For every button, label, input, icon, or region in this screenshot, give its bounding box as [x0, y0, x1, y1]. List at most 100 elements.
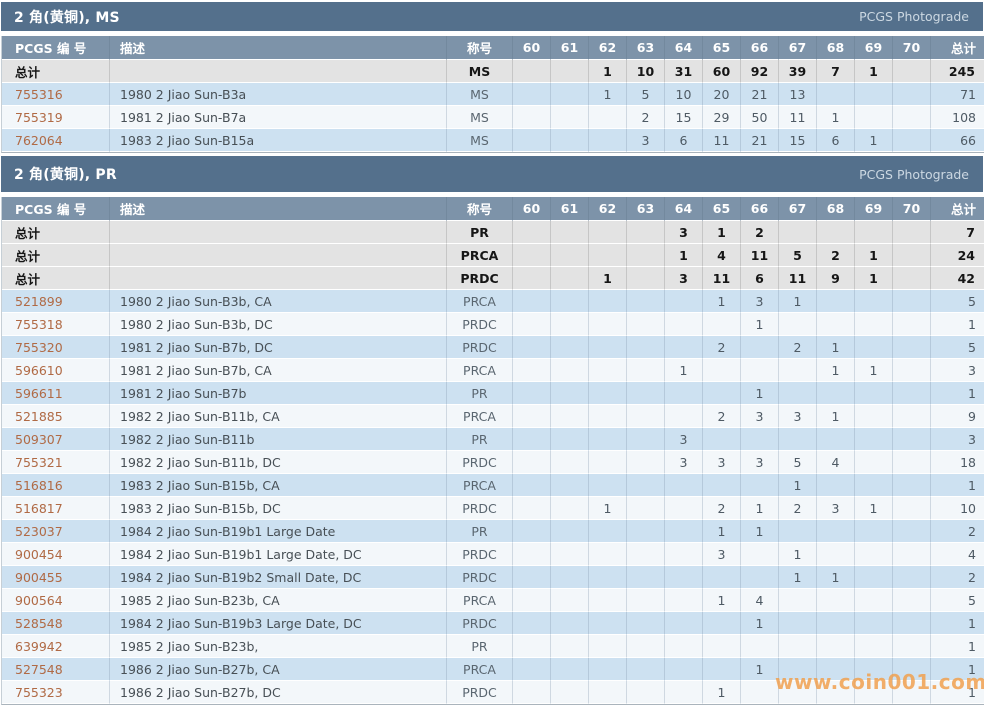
grade-70-cell [893, 405, 931, 428]
grade-60-cell [513, 60, 551, 83]
grade-68-cell [817, 543, 855, 566]
grade-68-cell: 1 [817, 359, 855, 382]
grade-68-cell [817, 290, 855, 313]
coin-description: 1982 2 Jiao Sun-B11b [110, 428, 447, 451]
grade-63-cell: 2 [627, 106, 665, 129]
pcgs-number-link[interactable]: 516816 [15, 478, 63, 493]
pcgs-number-link[interactable]: 755321 [15, 455, 63, 470]
pcgs-number-link[interactable]: 762064 [15, 133, 63, 148]
table-row: 900564 1985 2 Jiao Sun-B23b, CA PRCA 1 4 5 [2, 589, 984, 612]
pcgs-number-link[interactable]: 755318 [15, 317, 63, 332]
pcgs-number-link[interactable]: 509307 [15, 432, 63, 447]
pcgs-number-cell: 900454 [2, 543, 110, 566]
pcgs-number-link[interactable]: 516817 [15, 501, 63, 516]
pcgs-number-link[interactable]: 596611 [15, 386, 63, 401]
total-label-cell: 总计 [2, 221, 110, 244]
grade-70-cell [893, 589, 931, 612]
designation-cell: PR [447, 221, 513, 244]
grade-60-cell [513, 497, 551, 520]
pcgs-number-link[interactable]: 900564 [15, 593, 63, 608]
grade-63-cell [627, 451, 665, 474]
designation-cell: PRDC [447, 267, 513, 290]
grade-65-cell: 2 [703, 497, 741, 520]
pcgs-number-link[interactable]: 639942 [15, 639, 63, 654]
pcgs-number-cell: 755318 [2, 313, 110, 336]
grade-61-cell [551, 589, 589, 612]
pcgs-number-link[interactable]: 521885 [15, 409, 63, 424]
col-header-grade-63: 63 [627, 197, 665, 221]
grade-64-cell [665, 474, 703, 497]
designation-cell: PRDC [447, 543, 513, 566]
grade-67-cell: 39 [779, 60, 817, 83]
pcgs-number-cell: 755316 [2, 83, 110, 106]
grade-68-cell [817, 658, 855, 681]
grade-69-cell: 1 [855, 497, 893, 520]
pcgs-number-link[interactable]: 527548 [15, 662, 63, 677]
pcgs-number-link[interactable]: 755323 [15, 685, 63, 700]
total-cell: 9 [931, 405, 984, 428]
designation-cell: MS [447, 83, 513, 106]
grade-62-cell: 1 [589, 60, 627, 83]
grade-67-cell: 11 [779, 106, 817, 129]
total-cell: 18 [931, 451, 984, 474]
pcgs-number-cell: 900455 [2, 566, 110, 589]
coin-description: 1980 2 Jiao Sun-B3a [110, 83, 447, 106]
grade-60-cell [513, 520, 551, 543]
grade-70-cell [893, 451, 931, 474]
grade-67-cell: 1 [779, 290, 817, 313]
pcgs-number-link[interactable]: 900454 [15, 547, 63, 562]
grade-64-cell: 15 [665, 106, 703, 129]
pcgs-number-link[interactable]: 521899 [15, 294, 63, 309]
table-row: 521885 1982 2 Jiao Sun-B11b, CA PRCA 2 3 3 1 9 [2, 405, 984, 428]
pcgs-number-cell: 509307 [2, 428, 110, 451]
pcgs-number-link[interactable]: 755316 [15, 87, 63, 102]
designation-cell: PRCA [447, 405, 513, 428]
grade-63-cell: 5 [627, 83, 665, 106]
table-header-row: PCGS 编 号描述 称号 60 61 62 63 64 65 66 67 68 69 70 总计 [2, 197, 984, 221]
grade-64-cell: 3 [665, 451, 703, 474]
grade-61-cell [551, 313, 589, 336]
grade-65-cell: 3 [703, 543, 741, 566]
coin-description: 1984 2 Jiao Sun-B19b1 Large Date, DC [110, 543, 447, 566]
grade-62-cell [589, 474, 627, 497]
pcgs-number-link[interactable]: 596610 [15, 363, 63, 378]
coin-description: 1982 2 Jiao Sun-B11b, CA [110, 405, 447, 428]
pcgs-number-cell: 755321 [2, 451, 110, 474]
pcgs-number-link[interactable]: 755319 [15, 110, 63, 125]
grade-69-cell [855, 405, 893, 428]
grade-65-cell: 4 [703, 244, 741, 267]
grade-61-cell [551, 129, 589, 152]
grade-60-cell [513, 543, 551, 566]
pcgs-number-link[interactable]: 755320 [15, 340, 63, 355]
grade-64-cell [665, 543, 703, 566]
grade-61-cell [551, 359, 589, 382]
coin-description: 1984 2 Jiao Sun-B19b2 Small Date, DC [110, 566, 447, 589]
grade-70-cell [893, 520, 931, 543]
designation-cell: PRDC [447, 497, 513, 520]
col-header-grade-61: 61 [551, 36, 589, 60]
grade-66-cell: 1 [741, 658, 779, 681]
pcgs-number-cell: 755320 [2, 336, 110, 359]
pcgs-number-link[interactable]: 900455 [15, 570, 63, 585]
total-cell: 2 [931, 566, 984, 589]
table-row: 755318 1980 2 Jiao Sun-B3b, DC PRDC 1 1 [2, 313, 984, 336]
grade-65-cell: 29 [703, 106, 741, 129]
grade-66-cell [741, 359, 779, 382]
grade-67-cell: 2 [779, 336, 817, 359]
grade-65-cell: 1 [703, 589, 741, 612]
pcgs-number-link[interactable]: 523037 [15, 524, 63, 539]
designation-cell: MS [447, 106, 513, 129]
total-cell: 7 [931, 221, 984, 244]
table-row: 755321 1982 2 Jiao Sun-B11b, DC PRDC 3 3 3 5 4 1… [2, 451, 984, 474]
total-cell: 108 [931, 106, 984, 129]
total-cell: 3 [931, 359, 984, 382]
grade-60-cell [513, 267, 551, 290]
section-header-bar: 2 角(黄铜), MS PCGS Photograde [1, 2, 983, 31]
grade-64-cell: 31 [665, 60, 703, 83]
grade-69-cell [855, 336, 893, 359]
pcgs-number-link[interactable]: 528548 [15, 616, 63, 631]
grade-63-cell [627, 221, 665, 244]
grade-66-cell [741, 635, 779, 658]
grade-63-cell: 3 [627, 129, 665, 152]
grade-62-cell [589, 451, 627, 474]
